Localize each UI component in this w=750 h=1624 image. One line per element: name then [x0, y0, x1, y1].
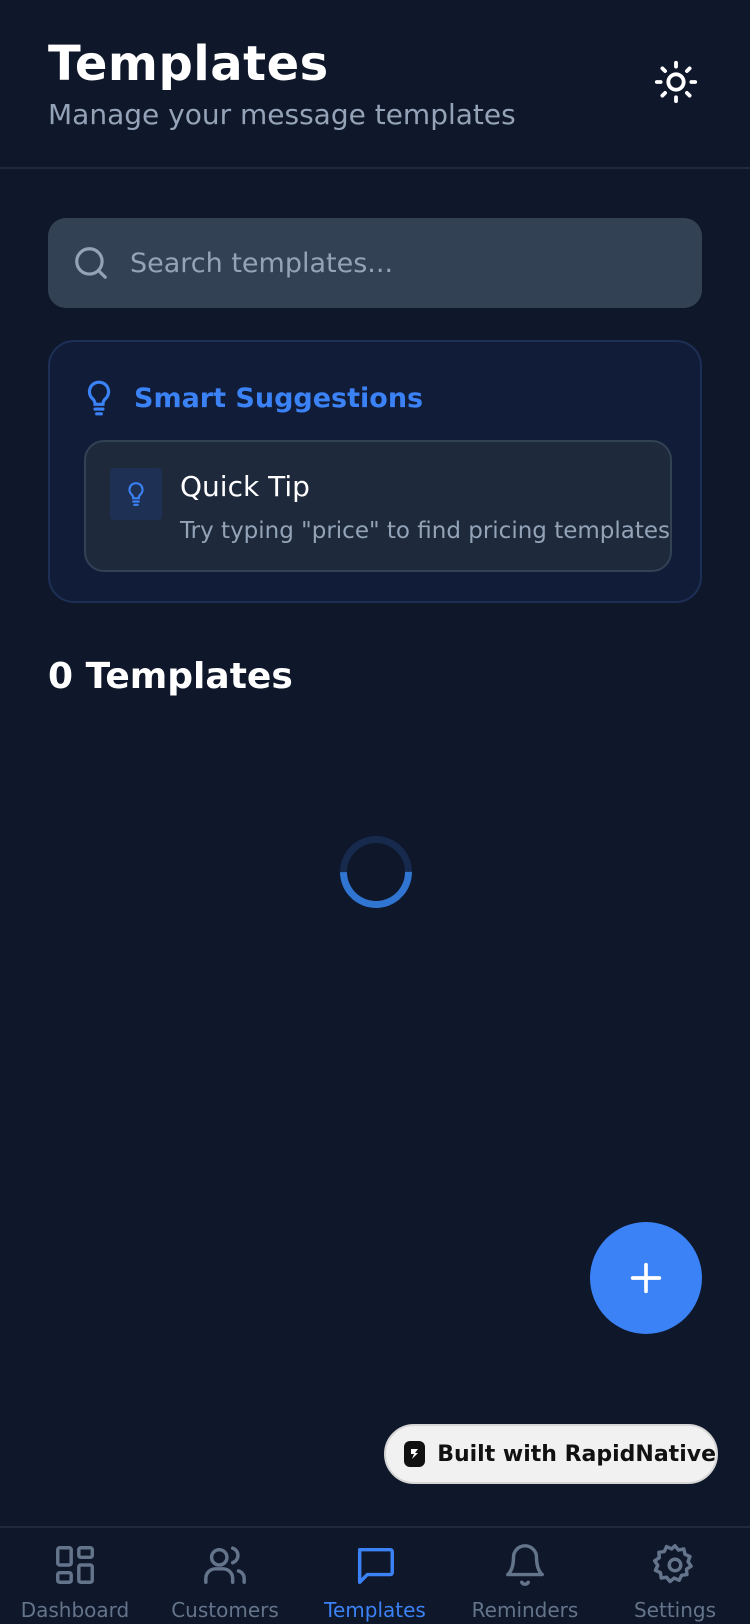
gear-icon — [652, 1544, 693, 1584]
page-title: Templates — [48, 36, 329, 92]
built-with-badge[interactable]: Built with RapidNative — [384, 1424, 718, 1484]
tip-icon-container — [110, 468, 162, 520]
tab-label: Templates — [324, 1598, 426, 1622]
loading-spinner — [325, 821, 427, 923]
page-subtitle: Manage your message templates — [48, 98, 516, 131]
tab-customers[interactable]: Customers — [150, 1542, 300, 1624]
tab-settings[interactable]: Settings — [600, 1542, 750, 1624]
lightbulb-icon — [128, 482, 144, 506]
lightbulb-icon — [87, 380, 111, 416]
search-icon — [75, 247, 107, 279]
tab-reminders[interactable]: Reminders — [450, 1542, 600, 1624]
add-template-button[interactable] — [590, 1222, 702, 1334]
tab-label: Settings — [633, 1598, 717, 1622]
bottom-tab-bar: Dashboard Customers Templates Reminders … — [0, 1526, 750, 1624]
quick-tip-text: Try typing "price" to find pricing templ… — [180, 518, 671, 544]
users-icon — [204, 1546, 246, 1584]
theme-toggle-button[interactable] — [652, 58, 700, 106]
tab-label: Reminders — [471, 1598, 579, 1622]
bell-icon — [506, 1544, 544, 1586]
quick-tip-title: Quick Tip — [180, 470, 310, 503]
rapidnative-logo-icon — [404, 1441, 426, 1467]
smart-suggestions-header: Smart Suggestions — [84, 376, 423, 420]
tab-templates[interactable]: Templates — [300, 1542, 450, 1624]
sun-icon — [654, 60, 698, 104]
tab-label: Customers — [171, 1598, 279, 1622]
message-icon — [357, 1547, 394, 1584]
grid-icon — [56, 1546, 94, 1584]
smart-suggestions-card: Smart Suggestions Quick Tip Try typing "… — [48, 340, 702, 603]
search-bar[interactable] — [48, 218, 702, 308]
quick-tip-card[interactable]: Quick Tip Try typing "price" to find pri… — [84, 440, 672, 572]
smart-suggestions-title: Smart Suggestions — [134, 382, 424, 414]
built-with-label: Built with RapidNative — [437, 1441, 716, 1467]
app-header: Templates Manage your message templates — [0, 0, 750, 169]
search-input[interactable] — [130, 247, 650, 279]
tab-dashboard[interactable]: Dashboard — [0, 1542, 150, 1624]
templates-count: 0 Templates — [48, 656, 293, 697]
plus-icon — [630, 1262, 662, 1294]
tab-label: Dashboard — [20, 1598, 130, 1622]
